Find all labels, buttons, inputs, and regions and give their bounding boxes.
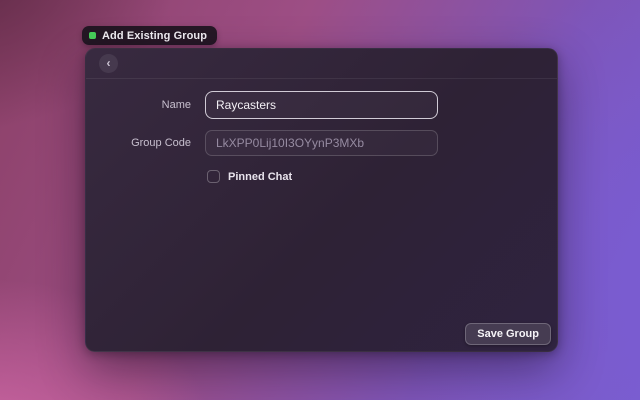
desktop-background: Add Existing Group ‹ Name Group Code Pin…: [0, 0, 640, 400]
pinned-chat-row: Pinned Chat: [86, 170, 557, 183]
group-code-input[interactable]: [205, 130, 438, 156]
pinned-chat-checkbox[interactable]: [207, 170, 220, 183]
group-code-label: Group Code: [86, 137, 191, 149]
name-label: Name: [86, 99, 191, 111]
save-group-button[interactable]: Save Group: [465, 323, 551, 345]
name-field-row: Name: [86, 91, 557, 119]
pinned-chat-label: Pinned Chat: [228, 171, 292, 183]
window-titlebar: ‹: [86, 49, 557, 79]
group-code-field-row: Group Code: [86, 130, 557, 156]
back-button[interactable]: ‹: [99, 54, 118, 73]
name-input[interactable]: [205, 91, 438, 119]
chevron-left-icon: ‹: [107, 57, 111, 69]
command-tag-pill: Add Existing Group: [82, 26, 217, 45]
add-group-form: Name Group Code Pinned Chat: [86, 79, 557, 183]
command-tag-label: Add Existing Group: [102, 30, 207, 42]
status-indicator-icon: [89, 32, 96, 39]
add-group-window: ‹ Name Group Code Pinned Chat Save Group: [85, 48, 558, 352]
